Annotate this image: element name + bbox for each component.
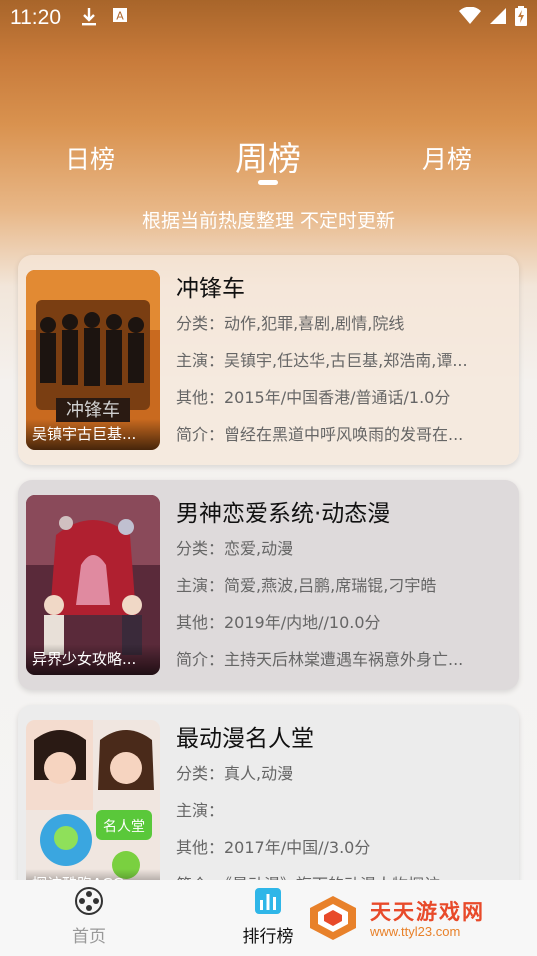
card-other: 其他：2017年/中国//3.0分 xyxy=(176,838,371,857)
tab-month[interactable]: 月榜 xyxy=(405,140,489,176)
card-category: 分类：恋爱,动漫 xyxy=(176,539,294,558)
card-intro: 简介：主持天后林棠遭遇车祸意外身亡... xyxy=(176,650,464,669)
card-other: 其他：2015年/中国香港/普通话/1.0分 xyxy=(176,388,451,407)
tab-day[interactable]: 日榜 xyxy=(50,140,130,176)
status-notifications: A xyxy=(80,7,128,27)
card-title: 男神恋爱系统·动态漫 xyxy=(176,501,391,527)
card-title: 最动漫名人堂 xyxy=(176,726,314,752)
ranking-subtitle: 根据当前热度整理 不定时更新 xyxy=(141,210,396,232)
cell-signal-icon xyxy=(490,8,506,24)
watermark-url: www.ttyl23.com xyxy=(370,924,461,939)
wifi-icon xyxy=(459,7,481,24)
poster-caption: 吴镇宇古巨基... xyxy=(26,419,160,450)
card-info: 男神恋爱系统·动态漫 分类：恋爱,动漫 主演：简爱,燕波,吕鹏,席瑞锟,刁宇皓 … xyxy=(176,494,511,678)
card-info: 最动漫名人堂 分类：真人,动漫 主演： 其他：2017年/中国//3.0分 简介… xyxy=(176,719,511,903)
svg-text:A: A xyxy=(116,10,124,23)
watermark-logo-icon xyxy=(310,896,356,940)
card-cast: 主演：简爱,燕波,吕鹏,席瑞锟,刁宇皓 xyxy=(176,576,437,595)
download-icon xyxy=(82,8,96,26)
card-category: 分类：真人,动漫 xyxy=(176,764,294,783)
card-intro: 简介：曾经在黑道中呼风唤雨的发哥在... xyxy=(176,425,464,444)
ranking-tabs: 日榜 周榜 月榜 xyxy=(0,128,537,188)
poster-image: 冲锋车 吴镇宇古巨基... xyxy=(26,270,160,450)
card-category: 分类：动作,犯罪,喜剧,剧情,院线 xyxy=(176,314,405,333)
tab-week[interactable]: 周榜 xyxy=(218,132,318,180)
poster-image: 名人堂 探访酷跑ACG xyxy=(26,720,160,900)
svg-text:名人堂: 名人堂 xyxy=(103,819,145,835)
film-reel-icon xyxy=(75,887,103,915)
status-time: 11:20 xyxy=(10,6,61,29)
nav-home[interactable]: 首页 xyxy=(49,886,129,947)
nav-rank-label: 排行榜 xyxy=(242,927,294,947)
font-a-icon: A xyxy=(113,8,127,23)
svg-text:冲锋车: 冲锋车 xyxy=(66,400,120,421)
card-title: 冲锋车 xyxy=(176,276,245,302)
status-system-icons xyxy=(459,6,527,26)
card-info: 冲锋车 分类：动作,犯罪,喜剧,剧情,院线 主演：吴镇宇,任达华,古巨基,郑浩南… xyxy=(176,269,511,453)
poster-caption: 异界少女攻略... xyxy=(26,644,160,675)
poster-image: 异界少女攻略... xyxy=(26,495,160,675)
battery-charging-icon xyxy=(515,6,527,26)
card-cast: 主演： xyxy=(176,801,225,820)
nav-home-label: 首页 xyxy=(72,927,106,947)
watermark-text: 天天游戏网 xyxy=(370,900,485,924)
status-bar: 11:20 A xyxy=(0,0,537,36)
card-cast: 主演：吴镇宇,任达华,古巨基,郑浩南,谭... xyxy=(176,351,468,370)
tab-active-indicator xyxy=(258,180,278,185)
list-item[interactable]: 异界少女攻略... 男神恋爱系统·动态漫 分类：恋爱,动漫 主演：简爱,燕波,吕… xyxy=(18,480,519,690)
watermark: 天天游戏网 www.ttyl23.com xyxy=(308,894,503,944)
chart-bars-icon xyxy=(255,888,281,914)
list-item[interactable]: 冲锋车 吴镇宇古巨基... 冲锋车 分类：动作,犯罪,喜剧,剧情,院线 主演：吴… xyxy=(18,255,519,465)
nav-rank[interactable]: 排行榜 xyxy=(228,886,308,947)
list-item[interactable]: 名人堂 探访酷跑ACG 最动漫名人堂 分类：真人,动漫 主演： 其他：2017年… xyxy=(18,705,519,905)
card-other: 其他：2019年/内地//10.0分 xyxy=(176,613,381,632)
